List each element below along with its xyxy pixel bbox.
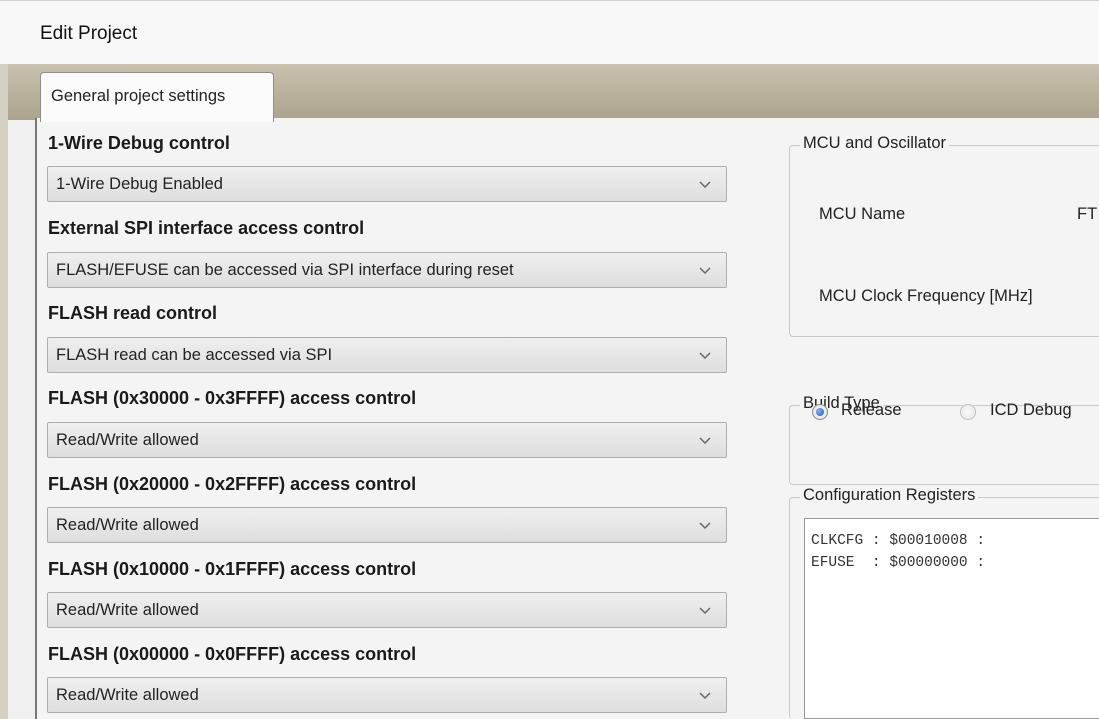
config-line: CLKCFG : $00010008 : bbox=[811, 533, 986, 549]
dropdown-value: Read/Write allowed bbox=[56, 431, 199, 449]
setting-label-flash-00000: FLASH (0x00000 - 0x0FFFF) access control bbox=[48, 644, 417, 664]
dropdown-flash-10000[interactable]: Read/Write allowed bbox=[47, 592, 727, 628]
radio-unselected-icon[interactable] bbox=[960, 404, 976, 420]
setting-label-flash-20000: FLASH (0x20000 - 0x2FFFF) access control bbox=[48, 474, 417, 494]
chevron-down-icon bbox=[699, 692, 711, 700]
dropdown-spi-access[interactable]: FLASH/EFUSE can be accessed via SPI inte… bbox=[47, 252, 727, 288]
dropdown-value: Read/Write allowed bbox=[56, 686, 199, 704]
group-label: MCU and Oscillator bbox=[800, 134, 950, 153]
chevron-down-icon bbox=[699, 352, 711, 360]
group-label: Configuration Registers bbox=[800, 486, 979, 505]
dropdown-value: 1-Wire Debug Enabled bbox=[56, 175, 223, 193]
dropdown-value: Read/Write allowed bbox=[56, 601, 199, 619]
chevron-down-icon bbox=[699, 181, 711, 189]
chevron-down-icon bbox=[699, 522, 711, 530]
chevron-down-icon bbox=[699, 437, 711, 445]
tab-label: General project settings bbox=[51, 87, 226, 105]
setting-label-1wire-debug: 1-Wire Debug control bbox=[48, 133, 230, 153]
mcu-name-field[interactable]: FT bbox=[1077, 205, 1097, 224]
dropdown-value: FLASH/EFUSE can be accessed via SPI inte… bbox=[56, 261, 514, 279]
radio-selected-icon[interactable] bbox=[812, 404, 828, 420]
mcu-clock-label: MCU Clock Frequency [MHz] bbox=[819, 287, 1033, 305]
title-bar: Edit Project bbox=[0, 0, 1099, 65]
dropdown-flash-read[interactable]: FLASH read can be accessed via SPI bbox=[47, 337, 727, 373]
setting-label-flash-read: FLASH read control bbox=[48, 303, 218, 323]
setting-label-flash-10000: FLASH (0x10000 - 0x1FFFF) access control bbox=[48, 559, 417, 579]
dropdown-flash-20000[interactable]: Read/Write allowed bbox=[47, 507, 727, 543]
chevron-down-icon bbox=[699, 607, 711, 615]
window-title: Edit Project bbox=[40, 23, 138, 44]
config-registers-textbox[interactable]: CLKCFG : $00010008 : EFUSE : $00000000 : bbox=[804, 518, 1099, 719]
group-mcu-oscillator: MCU and Oscillator bbox=[789, 134, 1099, 337]
radio-label-icd-debug[interactable]: ICD Debug bbox=[990, 401, 1072, 420]
mcu-name-label: MCU Name bbox=[819, 205, 906, 223]
dropdown-flash-30000[interactable]: Read/Write allowed bbox=[47, 422, 727, 458]
dropdown-1wire-debug[interactable]: 1-Wire Debug Enabled bbox=[47, 166, 727, 202]
config-line: EFUSE : $00000000 : bbox=[811, 555, 986, 571]
dropdown-flash-00000[interactable]: Read/Write allowed bbox=[47, 677, 727, 713]
dropdown-value: Read/Write allowed bbox=[56, 516, 199, 534]
window-left-edge bbox=[0, 64, 8, 719]
chevron-down-icon bbox=[699, 267, 711, 275]
radio-label-release[interactable]: Release bbox=[841, 401, 902, 420]
dropdown-value: FLASH read can be accessed via SPI bbox=[56, 346, 333, 364]
tab-general-project-settings[interactable]: General project settings bbox=[40, 72, 274, 122]
setting-label-spi-access: External SPI interface access control bbox=[48, 218, 365, 238]
setting-label-flash-30000: FLASH (0x30000 - 0x3FFFF) access control bbox=[48, 388, 417, 408]
